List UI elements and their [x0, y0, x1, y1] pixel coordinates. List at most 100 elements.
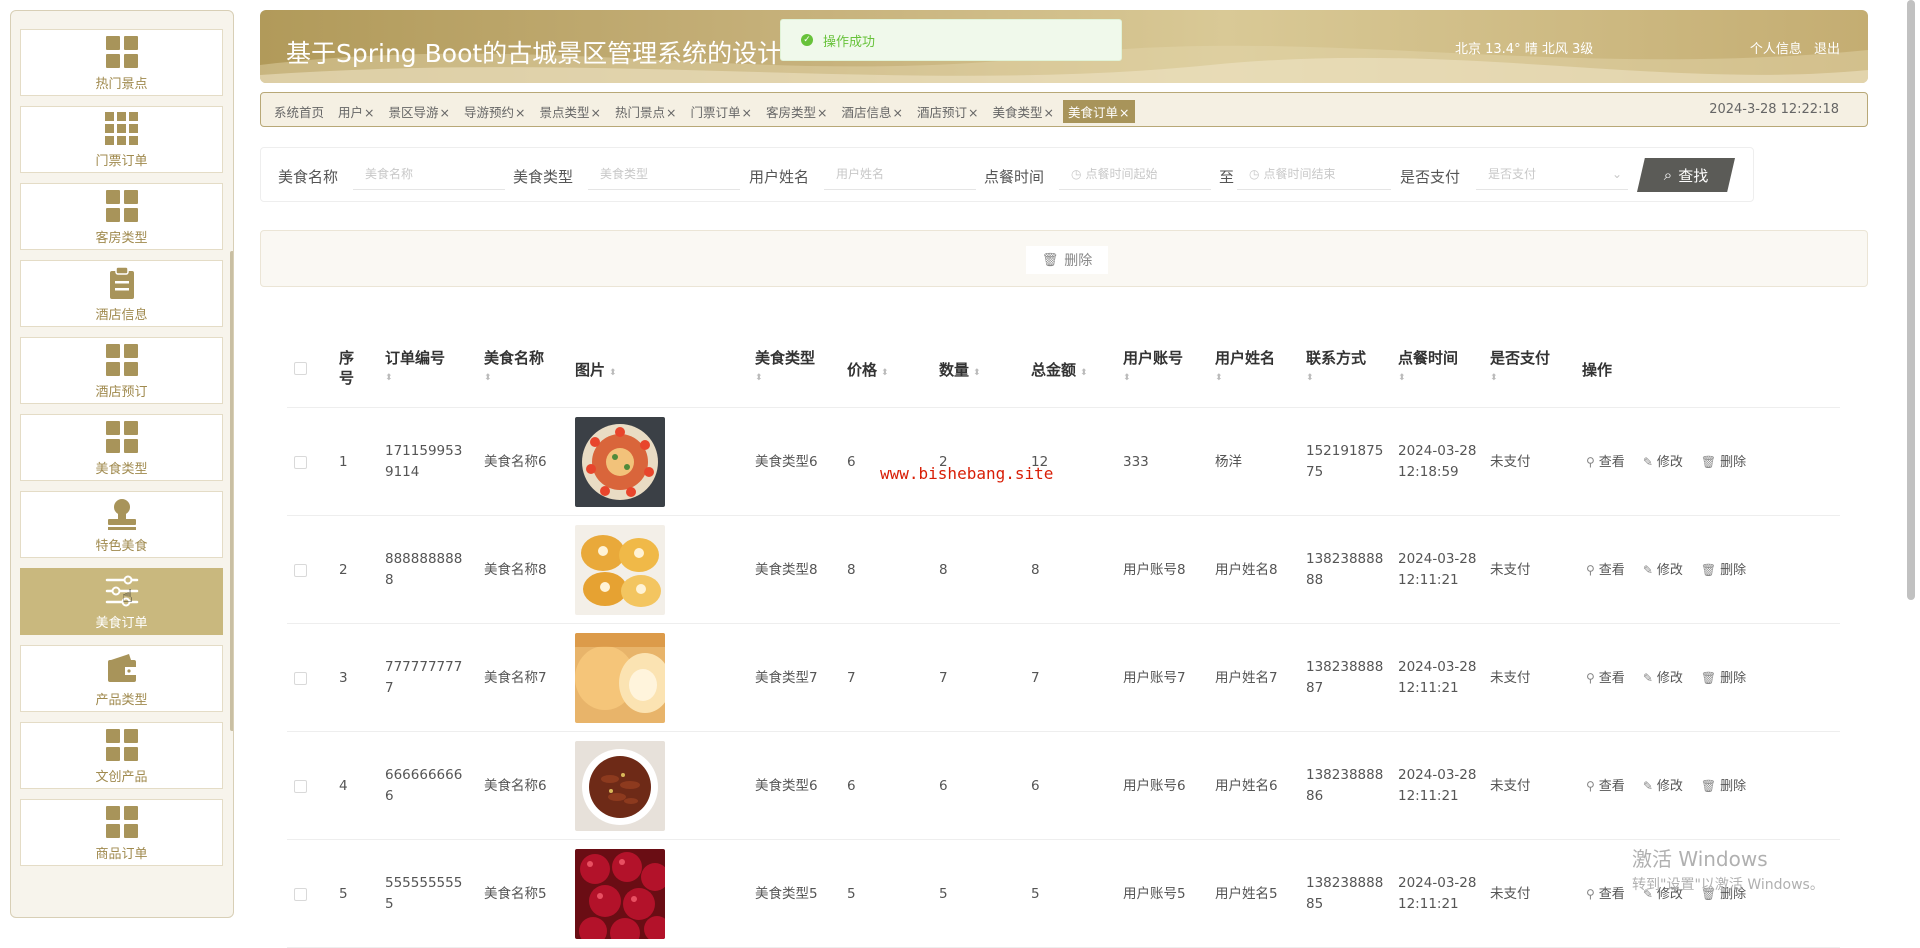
header-food-type[interactable]: 美食类型 ⬍ [755, 348, 815, 388]
sidebar-item-10[interactable]: 商品订单 [20, 799, 223, 866]
delete-button[interactable]: 🗑 删除 [1701, 668, 1746, 689]
cell-index: 4 [339, 777, 348, 794]
header-user-name[interactable]: 用户姓名 ⬍ [1215, 348, 1275, 388]
tab-5[interactable]: 热门景点× [610, 100, 682, 123]
sidebar-item-label: 热门景点 [95, 76, 148, 92]
sort-icon: ⬍ [609, 368, 617, 378]
tab-7[interactable]: 客房类型× [761, 100, 833, 123]
search-icon: ⚲ [1586, 778, 1595, 793]
batch-delete-button[interactable]: 🗑 删除 [1026, 246, 1108, 274]
sidebar-item-4[interactable]: 酒店预订 [20, 337, 223, 404]
delete-button[interactable]: 🗑 删除 [1701, 776, 1746, 797]
header-account[interactable]: 用户账号 ⬍ [1123, 348, 1183, 388]
close-icon[interactable]: × [364, 105, 374, 120]
cell-contact: 13823888887 [1306, 659, 1384, 696]
edit-label: 修改 [1656, 778, 1683, 794]
trash-icon: 🗑 [1700, 670, 1717, 685]
search-button[interactable]: ⌕ 查找 [1637, 158, 1735, 192]
search-icon: ⚲ [1586, 454, 1595, 469]
edit-label: 修改 [1656, 670, 1683, 686]
cell-paid: 未支付 [1490, 453, 1531, 470]
sidebar-item-5[interactable]: 美食类型 [20, 414, 223, 481]
row-checkbox[interactable] [294, 408, 307, 516]
view-button[interactable]: ⚲ 查看 [1586, 452, 1625, 473]
tab-2[interactable]: 景区导游× [384, 100, 456, 123]
header-total[interactable]: 总金额 ⬍ [1031, 360, 1088, 383]
header-paid[interactable]: 是否支付 ⬍ [1490, 348, 1550, 388]
tab-6[interactable]: 门票订单× [686, 100, 758, 123]
row-checkbox[interactable] [294, 624, 307, 732]
header-contact[interactable]: 联系方式 ⬍ [1306, 348, 1366, 388]
cell-price: 7 [847, 669, 856, 686]
food-name-input[interactable]: 美食名称 [353, 158, 505, 190]
profile-link[interactable]: 个人信息 [1750, 42, 1802, 57]
sidebar-item-3[interactable]: 酒店信息 [20, 260, 223, 327]
sidebar-item-6[interactable]: 特色美食 [20, 491, 223, 558]
sidebar-item-2[interactable]: 客房类型 [20, 183, 223, 250]
paid-select[interactable]: 是否支付 ⌄ [1476, 158, 1628, 190]
time-range-separator: 至 [1219, 168, 1235, 186]
close-icon[interactable]: × [893, 105, 903, 120]
order-time-start-input[interactable]: ◷ 点餐时间起始 [1059, 158, 1211, 190]
delete-button[interactable]: 🗑 删除 [1701, 560, 1746, 581]
cell-contact: 13823888888 [1306, 551, 1384, 588]
tab-3[interactable]: 导游预约× [459, 100, 531, 123]
view-button[interactable]: ⚲ 查看 [1586, 776, 1625, 797]
tab-10[interactable]: 美食类型× [988, 100, 1060, 123]
header-time[interactable]: 点餐时间 ⬍ [1398, 348, 1458, 388]
cell-time: 2024-03-28 12:18:59 [1398, 443, 1477, 480]
header-image[interactable]: 图片 ⬍ [575, 360, 617, 383]
cell-total: 8 [1031, 561, 1040, 578]
order-time-end-input[interactable]: ◷ 点餐时间结束 [1237, 158, 1391, 190]
cell-quantity: 6 [939, 777, 948, 794]
tab-9[interactable]: 酒店预订× [912, 100, 984, 123]
close-icon[interactable]: × [666, 105, 676, 120]
tab-1[interactable]: 用户× [333, 100, 380, 123]
cell-food-type: 美食类型7 [755, 669, 818, 686]
close-icon[interactable]: × [1044, 105, 1054, 120]
close-icon[interactable]: × [515, 105, 525, 120]
edit-button[interactable]: ✎ 修改 [1643, 776, 1683, 797]
header-user-name-label: 用户姓名 [1215, 349, 1276, 367]
sidebar-scrollbar[interactable] [230, 251, 233, 731]
user-name-input[interactable]: 用户姓名 [824, 158, 976, 190]
tab-8[interactable]: 酒店信息× [837, 100, 909, 123]
page-scrollbar[interactable] [1907, 0, 1915, 600]
chevron-down-icon: ⌄ [1611, 166, 1622, 181]
logout-link[interactable]: 退出 [1814, 42, 1840, 57]
tab-4[interactable]: 景点类型× [535, 100, 607, 123]
close-icon[interactable]: × [742, 105, 752, 120]
tab-label: 酒店预订 [917, 105, 968, 120]
close-icon[interactable]: × [440, 105, 450, 120]
close-icon[interactable]: × [968, 105, 978, 120]
edit-button[interactable]: ✎ 修改 [1643, 452, 1683, 473]
header-order-no[interactable]: 订单编号 ⬍ [385, 348, 445, 388]
clipboard-icon [104, 265, 140, 301]
close-icon[interactable]: × [817, 105, 827, 120]
sidebar-item-8[interactable]: 产品类型 [20, 645, 223, 712]
close-icon[interactable]: × [591, 105, 601, 120]
sidebar-item-1[interactable]: 门票订单 [20, 106, 223, 173]
delete-button[interactable]: 🗑 删除 [1701, 452, 1746, 473]
view-button[interactable]: ⚲ 查看 [1586, 668, 1625, 689]
view-button[interactable]: ⚲ 查看 [1586, 884, 1625, 905]
select-all-checkbox[interactable] [294, 362, 307, 375]
close-icon[interactable]: × [1119, 105, 1129, 120]
header-quantity[interactable]: 数量 ⬍ [939, 360, 981, 383]
sidebar-item-9[interactable]: 文创产品 [20, 722, 223, 789]
tab-0[interactable]: 系统首页 [269, 100, 329, 123]
tab-11[interactable]: 美食订单× [1063, 100, 1135, 123]
search-button-label: 查找 [1678, 166, 1709, 185]
delete-label: 删除 [1720, 670, 1747, 686]
table-row: 2 8888888888 美食名称8 美食类型8 8 8 8 用户账号8 用户姓名8 138238… [287, 516, 1840, 624]
row-checkbox[interactable] [294, 732, 307, 840]
food-type-input[interactable]: 美食类型 [588, 158, 740, 190]
edit-button[interactable]: ✎ 修改 [1643, 560, 1683, 581]
windows-activation-hint: 转到"设置"以激活 Windows。 [1632, 877, 1824, 893]
view-button[interactable]: ⚲ 查看 [1586, 560, 1625, 581]
header-food-name[interactable]: 美食名称 ⬍ [484, 348, 544, 388]
edit-button[interactable]: ✎ 修改 [1643, 668, 1683, 689]
header-price[interactable]: 价格 ⬍ [847, 360, 889, 383]
sidebar-item-0[interactable]: 热门景点 [20, 29, 223, 96]
row-checkbox[interactable] [294, 516, 307, 624]
